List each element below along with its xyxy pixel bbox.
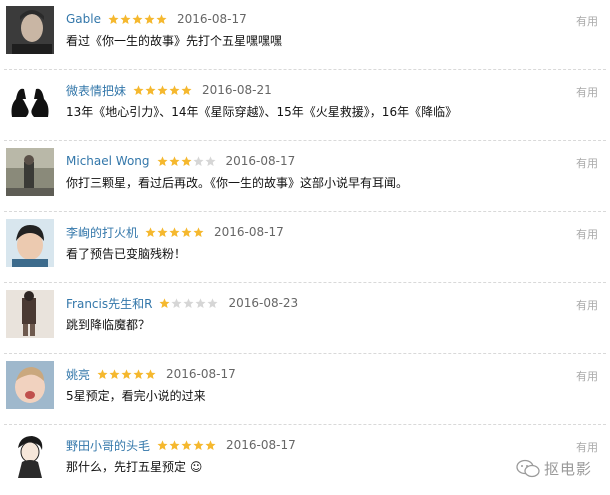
avatar[interactable] xyxy=(6,6,54,54)
star-filled-icon xyxy=(169,226,180,238)
star-filled-icon xyxy=(205,439,216,451)
useful-button[interactable]: 有用 xyxy=(576,155,598,171)
useful-button[interactable]: 有用 xyxy=(576,84,598,100)
rating-stars xyxy=(97,368,157,380)
username[interactable]: 姚亮 xyxy=(66,366,90,383)
review-text: 你打三颗星，看过后再改。《你一生的故事》这部小说早有耳闻。 xyxy=(66,176,409,190)
review-date: 2016-08-17 xyxy=(225,154,296,168)
star-filled-icon xyxy=(120,13,131,25)
star-empty-icon xyxy=(205,155,216,167)
avatar[interactable] xyxy=(6,77,54,125)
review-date: 2016-08-17 xyxy=(166,367,236,381)
watermark: 抠电影 xyxy=(516,458,592,479)
username[interactable]: 李峋的打火机 xyxy=(66,224,138,241)
useful-button[interactable]: 有用 xyxy=(576,368,598,384)
star-filled-icon xyxy=(133,84,144,96)
man-portrait-icon xyxy=(6,6,54,54)
review-text: 跳到降临魔都？ xyxy=(66,318,151,332)
review-item: Michael Wong 2016-08-17 你打三颗星，看过后再改。《你一生… xyxy=(0,142,610,212)
useful-button[interactable]: 有用 xyxy=(576,439,598,455)
divider xyxy=(4,282,606,283)
star-filled-icon xyxy=(181,439,192,451)
star-filled-icon xyxy=(132,13,143,25)
useful-button[interactable]: 有用 xyxy=(576,297,598,313)
star-filled-icon xyxy=(133,368,144,380)
useful-button[interactable]: 有用 xyxy=(576,13,598,29)
star-filled-icon xyxy=(157,439,168,451)
divider xyxy=(4,424,606,425)
divider xyxy=(4,211,606,212)
avatar[interactable] xyxy=(6,148,54,196)
watermark-text: 抠电影 xyxy=(543,460,592,478)
star-empty-icon xyxy=(195,297,206,309)
star-filled-icon xyxy=(108,13,119,25)
review-item: 姚亮 2016-08-17 5星预定，看完小说的过来 有用 xyxy=(0,355,610,425)
review-item: 李峋的打火机 2016-08-17 看了预告已变脑残粉！ 有用 xyxy=(0,213,610,283)
review-date: 2016-08-17 xyxy=(177,12,247,26)
username[interactable]: Francis先生和R xyxy=(66,295,152,312)
star-filled-icon xyxy=(145,84,156,96)
star-empty-icon xyxy=(171,297,182,309)
review-item: Francis先生和R 2016-08-23 跳到降临魔都？ 有用 xyxy=(0,284,610,354)
star-filled-icon xyxy=(169,155,180,167)
review-text: 13年《地心引力》、14年《星际穿越》、15年《火星救援》，16年《降临》 xyxy=(66,105,458,119)
star-filled-icon xyxy=(157,226,168,238)
star-empty-icon xyxy=(207,297,218,309)
baby-portrait-icon xyxy=(6,361,54,409)
rating-stars xyxy=(133,84,193,96)
review-text: 5星预定，看完小说的过来 xyxy=(66,389,206,403)
review-item: Gable 2016-08-17 看过《你一生的故事》先打个五星嘿嘿嘿 有用 xyxy=(0,0,610,70)
review-text: 看过《你一生的故事》先打个五星嘿嘿嘿 xyxy=(66,34,283,48)
review-text: 那什么，先打五星预定 ☺ xyxy=(66,460,203,474)
star-filled-icon xyxy=(145,226,156,238)
review-date: 2016-08-23 xyxy=(228,296,299,310)
star-filled-icon xyxy=(193,439,204,451)
username[interactable]: 微表情把妹 xyxy=(66,82,126,99)
useful-button[interactable]: 有用 xyxy=(576,226,598,242)
review-date: 2016-08-17 xyxy=(226,438,296,452)
street-scene-icon xyxy=(6,148,54,196)
rating-stars xyxy=(157,155,217,167)
username[interactable]: Michael Wong xyxy=(66,154,150,168)
star-empty-icon xyxy=(183,297,194,309)
star-filled-icon xyxy=(144,13,155,25)
avatar[interactable] xyxy=(6,361,54,409)
star-filled-icon xyxy=(181,155,192,167)
wechat-icon xyxy=(516,459,540,477)
avatar[interactable] xyxy=(6,219,54,267)
divider xyxy=(4,69,606,70)
star-filled-icon xyxy=(157,155,168,167)
person-standing-icon xyxy=(6,290,54,338)
star-filled-icon xyxy=(121,368,132,380)
boy-portrait-icon xyxy=(6,219,54,267)
star-filled-icon xyxy=(145,368,156,380)
avatar[interactable] xyxy=(6,432,54,480)
rating-stars xyxy=(157,439,217,451)
divider xyxy=(4,140,606,141)
star-filled-icon xyxy=(109,368,120,380)
star-filled-icon xyxy=(156,13,167,25)
star-filled-icon xyxy=(181,226,192,238)
review-text: 看了预告已变脑残粉！ xyxy=(66,247,187,261)
star-filled-icon xyxy=(193,226,204,238)
cartoon-character-icon xyxy=(6,432,54,480)
star-filled-icon xyxy=(159,297,170,309)
rating-stars xyxy=(159,297,219,309)
hands-gesture-icon xyxy=(6,77,54,125)
star-filled-icon xyxy=(181,84,192,96)
star-filled-icon xyxy=(169,439,180,451)
divider xyxy=(4,353,606,354)
username[interactable]: 野田小哥的头毛 xyxy=(66,437,150,454)
review-item: 微表情把妹 2016-08-21 13年《地心引力》、14年《星际穿越》、15年… xyxy=(0,71,610,141)
review-date: 2016-08-17 xyxy=(214,225,284,239)
star-empty-icon xyxy=(193,155,204,167)
rating-stars xyxy=(108,13,168,25)
star-filled-icon xyxy=(157,84,168,96)
star-filled-icon xyxy=(97,368,108,380)
review-date: 2016-08-21 xyxy=(202,83,272,97)
avatar[interactable] xyxy=(6,290,54,338)
username[interactable]: Gable xyxy=(66,12,101,26)
rating-stars xyxy=(145,226,205,238)
star-filled-icon xyxy=(169,84,180,96)
